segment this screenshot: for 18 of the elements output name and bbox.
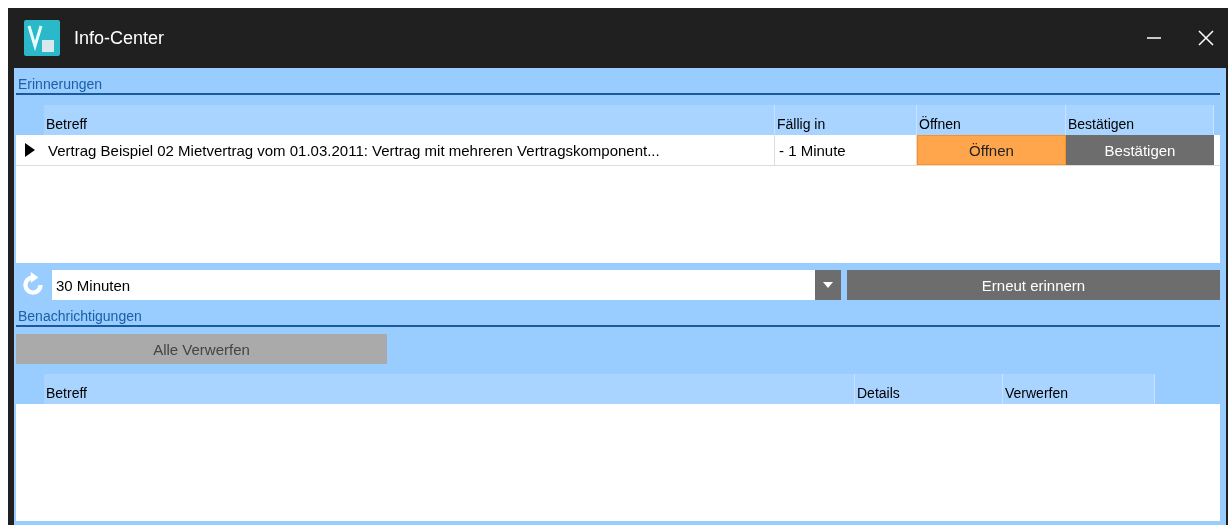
column-header: Fällig in: [775, 105, 917, 135]
column-header: Details: [855, 374, 1003, 404]
column-header: Verwerfen: [1003, 374, 1155, 404]
interval-dropdown[interactable]: 30 Minuten: [52, 270, 841, 300]
section-heading: Benachrichtigungen: [18, 308, 142, 324]
column-header: Öffnen: [917, 105, 1066, 135]
section-heading: Erinnerungen: [18, 76, 103, 92]
app-logo-icon: [24, 20, 60, 56]
close-icon[interactable]: [1198, 30, 1214, 46]
confirm-button[interactable]: Bestätigen: [1066, 135, 1214, 165]
table-cell: Vertrag Beispiel 02 Mietvertrag vom 01.03.2011: Vertrag mit mehreren Vertragskomponent...: [44, 135, 775, 165]
column-header: Betreff: [44, 374, 855, 404]
open-button[interactable]: Öffnen: [917, 135, 1066, 165]
column-header: Bestätigen: [1066, 105, 1214, 135]
caret-icon: [823, 282, 833, 288]
remind-again-button[interactable]: Erneut erinnern: [847, 270, 1220, 300]
window-title: Info-Center: [74, 27, 165, 49]
column-header: Betreff: [44, 105, 775, 135]
